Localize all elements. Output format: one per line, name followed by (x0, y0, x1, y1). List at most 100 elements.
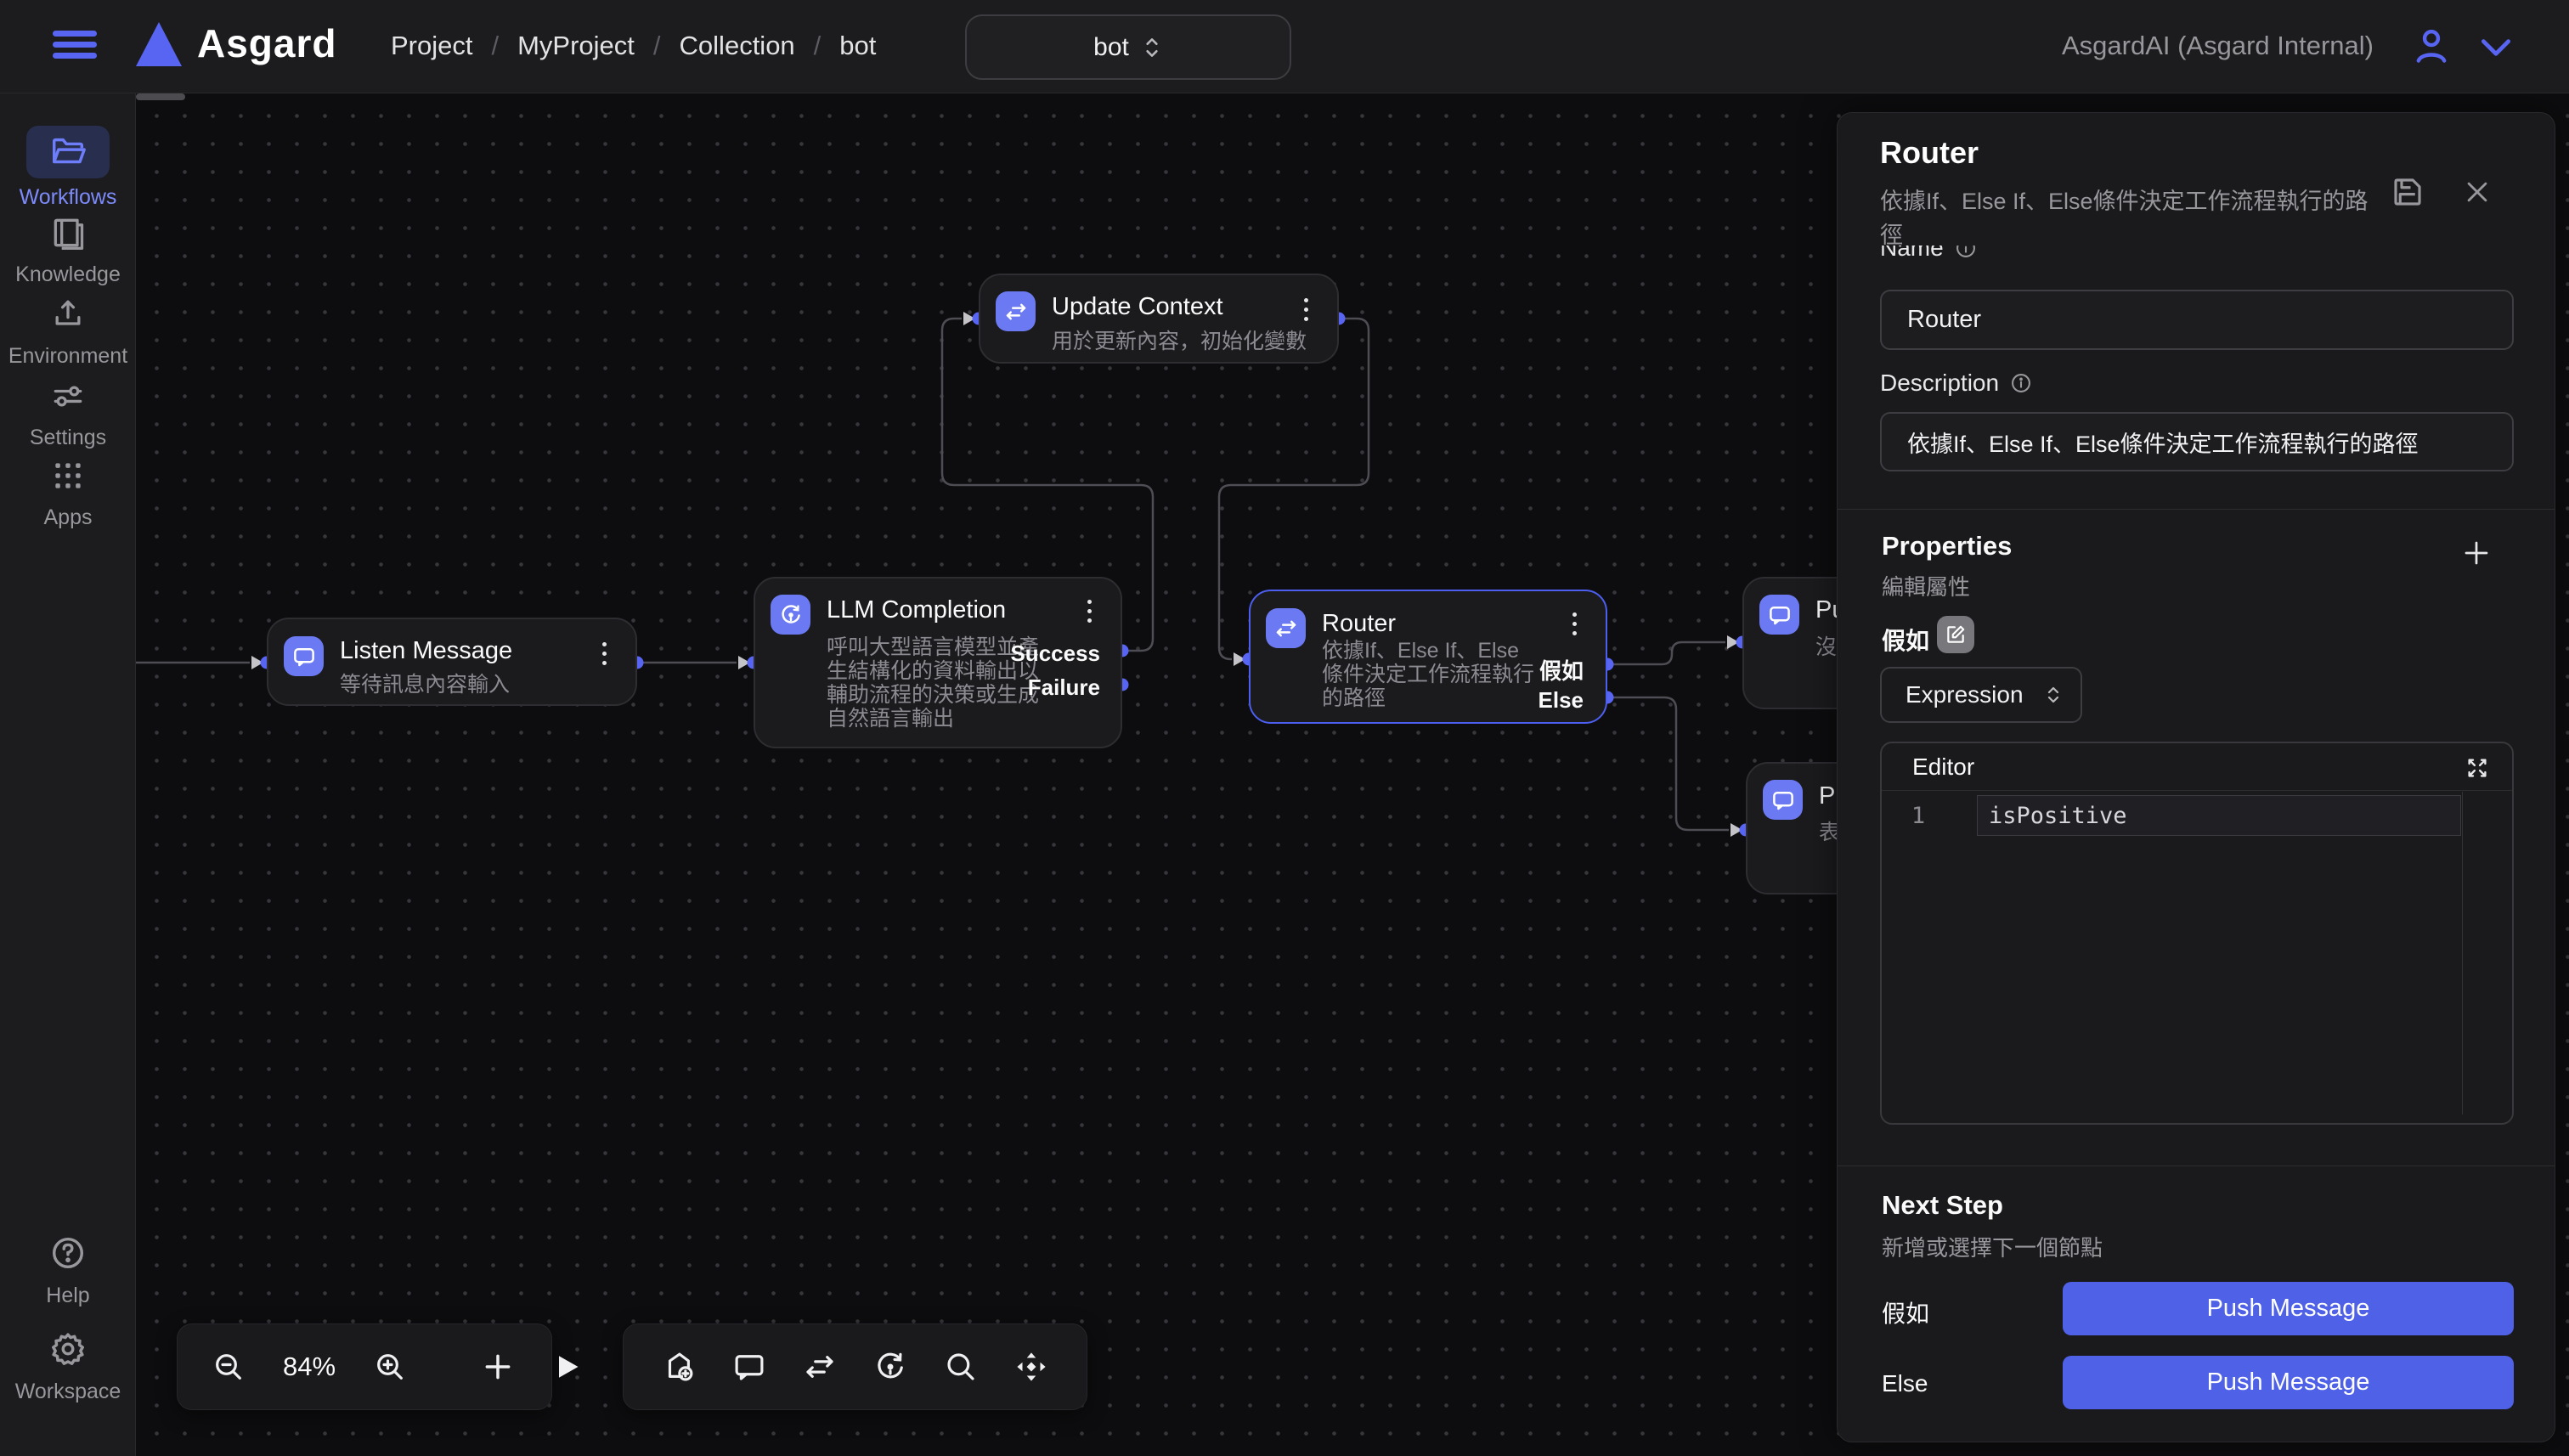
description-label-row: Description (1880, 370, 2033, 397)
sidebar-item-knowledge[interactable]: Knowledge (0, 214, 136, 287)
sidebar-item-label: Help (0, 1284, 136, 1308)
node-config-panel: Router 依據If、Else If、Else條件決定工作流程執行的路徑 Na… (1837, 112, 2555, 1442)
breadcrumb-myproject[interactable]: MyProject (517, 31, 635, 61)
sidebar-item-settings[interactable]: Settings (0, 377, 136, 450)
next-step-subtitle: 新增或選擇下一個節點 (1882, 1231, 2103, 1262)
properties-title: Properties (1882, 531, 2012, 562)
node-tools-toolbar (623, 1323, 1087, 1410)
run-button[interactable] (551, 1352, 582, 1382)
node-title: Update Context (1052, 293, 1223, 321)
sidebar-item-label: Workflows (0, 185, 136, 210)
swap-tool-icon[interactable] (802, 1349, 838, 1385)
editor-header: Editor (1882, 743, 2512, 791)
sliders-icon (49, 377, 87, 415)
sidebar-item-environment[interactable]: Environment (0, 296, 136, 369)
node-llm-completion[interactable]: LLM Completion 呼叫大型語言模型並產生結構化的資料輸出以輔助流程的… (754, 577, 1122, 748)
help-circle-icon (48, 1233, 88, 1273)
info-icon (2009, 371, 2033, 395)
zoom-in-button[interactable] (373, 1350, 407, 1384)
workflow-selector[interactable]: bot (965, 14, 1291, 80)
expand-icon[interactable] (2465, 755, 2490, 781)
chevrons-up-down-icon (1141, 35, 1163, 60)
panel-description: 依據If、Else If、Else條件決定工作流程執行的路徑 (1880, 184, 2390, 252)
property-type-value: Expression (1906, 681, 2024, 708)
port-failure[interactable]: Failure (1028, 674, 1100, 701)
editor-title: Editor (1912, 753, 1974, 781)
property-key-label: 假如 (1882, 623, 1929, 657)
zoom-out-button[interactable] (212, 1350, 246, 1384)
name-label-clipped: Name (1880, 245, 1978, 271)
sidebar-item-label: Settings (0, 426, 136, 450)
sidebar-item-workspace[interactable]: Workspace (0, 1329, 136, 1404)
port-success[interactable]: Success (1010, 641, 1100, 667)
push-message-button-else[interactable]: Push Message (2063, 1356, 2514, 1409)
search-icon[interactable] (943, 1349, 979, 1385)
property-type-select[interactable]: Expression (1880, 667, 2082, 723)
asgard-logo-icon (136, 22, 182, 66)
next-step-if-label: 假如 (1882, 1295, 1929, 1329)
code-area[interactable]: 1 isPositive (1882, 792, 2512, 1125)
name-input[interactable]: Router (1880, 290, 2514, 350)
sidebar-item-label: Knowledge (0, 262, 136, 287)
description-label: Description (1880, 370, 1999, 397)
folder-open-icon (48, 133, 88, 172)
app-header: Asgard Project / MyProject / Collection … (0, 0, 2569, 93)
node-title: Listen Message (340, 637, 512, 665)
node-menu-icon[interactable] (1561, 605, 1587, 642)
account-label: AsgardAI (Asgard Internal) (2062, 31, 2374, 61)
node-subtitle: 用於更新內容，初始化變數 (1052, 330, 1307, 353)
sidebar-item-workflows[interactable]: Workflows (0, 126, 136, 210)
edit-property-button[interactable] (1937, 616, 1974, 653)
router-tool-icon[interactable] (1013, 1349, 1049, 1385)
account-chevron-down-icon[interactable] (2477, 36, 2515, 59)
line-number: 1 (1882, 803, 1955, 829)
node-update-context[interactable]: Update Context 用於更新內容，初始化變數 (979, 274, 1339, 364)
chevrons-up-down-icon (2043, 683, 2064, 707)
sidebar-item-apps[interactable]: Apps (0, 457, 136, 530)
node-menu-icon[interactable] (1293, 291, 1318, 328)
llm-icon (771, 595, 810, 635)
user-icon[interactable] (2408, 22, 2455, 70)
menu-icon[interactable] (53, 25, 97, 66)
close-icon[interactable] (2463, 178, 2492, 206)
tag-add-icon[interactable] (661, 1349, 697, 1385)
port-if[interactable]: 假如 (1539, 654, 1584, 686)
sidebar-item-help[interactable]: Help (0, 1233, 136, 1308)
message-tool-icon[interactable] (731, 1349, 767, 1385)
llm-tool-icon[interactable] (872, 1349, 908, 1385)
port-else[interactable]: Else (1539, 687, 1584, 714)
workflow-selector-value: bot (1093, 33, 1129, 62)
node-title: LLM Completion (827, 596, 1006, 624)
breadcrumb-project[interactable]: Project (391, 31, 472, 61)
node-listen-message[interactable]: Listen Message 等待訊息內容輸入 (267, 618, 637, 706)
editor-guide-line (2462, 792, 2463, 1115)
panel-title: Router (1880, 135, 1979, 171)
sidebar-item-label: Apps (0, 505, 136, 530)
breadcrumb: Project / MyProject / Collection / bot (391, 31, 876, 61)
panel-divider (1838, 1165, 2555, 1166)
app-logo-text: Asgard (197, 20, 336, 66)
add-property-icon[interactable] (2461, 538, 2492, 568)
message-icon (1763, 780, 1803, 820)
sidebar-item-label: Environment (0, 344, 136, 369)
sidebar-item-label: Workspace (0, 1380, 136, 1404)
node-subtitle: 等待訊息內容輸入 (340, 673, 510, 697)
zoom-level[interactable]: 84% (283, 1352, 336, 1382)
grid-icon (49, 457, 87, 494)
save-icon[interactable] (2390, 174, 2425, 210)
node-router[interactable]: Router 依據If、Else If、Else條件決定工作流程執行的路徑 假如… (1249, 590, 1607, 724)
book-icon (49, 214, 87, 251)
properties-subtitle: 編輯屬性 (1882, 570, 1970, 601)
code-line: isPositive (1989, 803, 2127, 829)
expression-editor[interactable]: Editor 1 isPositive (1880, 742, 2514, 1125)
add-node-button[interactable] (482, 1351, 514, 1383)
node-menu-icon[interactable] (591, 635, 617, 672)
breadcrumb-bot[interactable]: bot (839, 31, 876, 61)
description-input[interactable]: 依據If、Else If、Else條件決定工作流程執行的路徑 (1880, 412, 2514, 471)
breadcrumb-collection[interactable]: Collection (680, 31, 795, 61)
node-subtitle: 依據If、Else If、Else條件決定工作流程執行的路徑 (1322, 639, 1539, 710)
push-message-button-if[interactable]: Push Message (2063, 1282, 2514, 1335)
node-menu-icon[interactable] (1076, 592, 1102, 629)
message-icon (284, 636, 324, 676)
swap-icon (996, 291, 1036, 331)
